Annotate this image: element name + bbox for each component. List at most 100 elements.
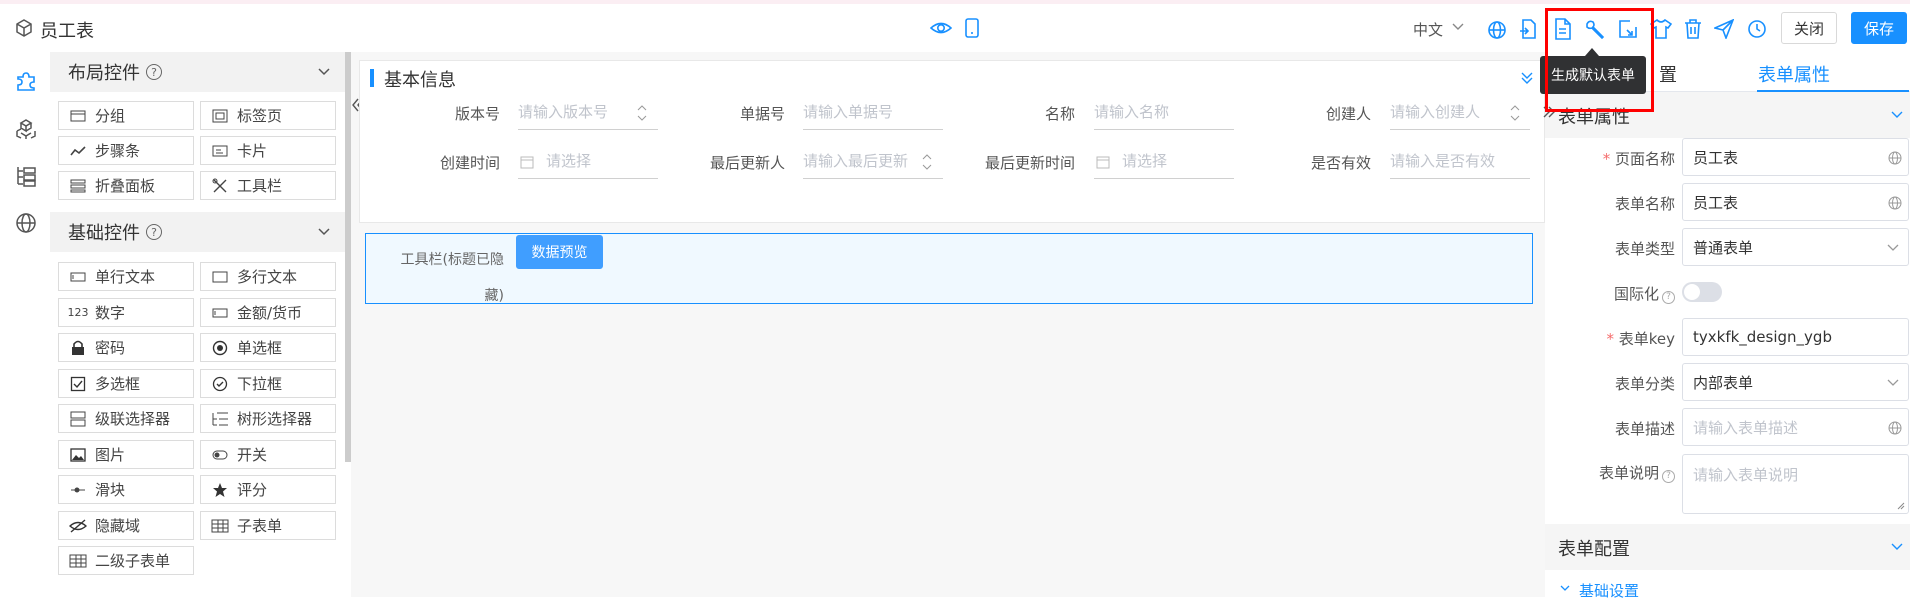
form-note-label: 表单说明?: [1545, 462, 1675, 483]
basic-section-header[interactable]: 基础控件 ?: [50, 212, 345, 252]
close-button[interactable]: 关闭: [1781, 12, 1837, 44]
palette-item-cascader[interactable]: 级联选择器: [58, 404, 194, 433]
palette-item-password[interactable]: 密码: [58, 333, 194, 362]
name-input[interactable]: 请输入名称: [1094, 94, 1234, 130]
page-name-input[interactable]: 员工表: [1682, 138, 1909, 176]
toolbar-block[interactable]: 工具栏(标题已隐 藏) 数据预览: [365, 233, 1533, 304]
stepper-icon[interactable]: [1509, 103, 1521, 123]
slider-icon: [69, 482, 87, 498]
group-icon: [69, 108, 87, 124]
chevron-down-icon: [1886, 243, 1900, 253]
form-category-select[interactable]: 内部表单: [1682, 363, 1909, 401]
check-circle-icon: [211, 376, 229, 392]
palette-item-steps[interactable]: 步骤条: [58, 136, 194, 165]
form-type-select[interactable]: 普通表单: [1682, 228, 1909, 266]
number-icon: 123: [67, 306, 89, 319]
tree-icon: [211, 411, 229, 427]
tree-list-icon[interactable]: [15, 165, 37, 187]
form-desc-label: 表单描述: [1614, 420, 1675, 438]
form-note-textarea[interactable]: 请输入表单说明: [1682, 454, 1909, 514]
form-category-label: 表单分类: [1614, 375, 1675, 393]
form-key-input[interactable]: tyxkfk_design_ygb: [1682, 318, 1909, 356]
page-title: 员工表: [40, 21, 94, 42]
form-name-input[interactable]: 员工表: [1682, 183, 1909, 221]
chevron-down-icon: [1886, 378, 1900, 388]
lock-icon: [69, 340, 87, 356]
palette-item-toolbar[interactable]: 工具栏: [200, 171, 336, 200]
data-preview-button[interactable]: 数据预览: [516, 235, 603, 269]
palette-item-number[interactable]: 123 数字: [58, 298, 194, 327]
globe-icon[interactable]: [1487, 20, 1507, 40]
palette-item-card[interactable]: 卡片: [200, 136, 336, 165]
chevron-down-icon: [1890, 110, 1904, 120]
globe-icon[interactable]: [1888, 196, 1902, 210]
palette-item-tabs[interactable]: 标签页: [200, 101, 336, 130]
help-icon: ?: [146, 224, 162, 240]
cubes-icon[interactable]: [15, 118, 37, 140]
star-icon: [211, 482, 229, 498]
resize-handle-icon[interactable]: [1897, 502, 1905, 510]
trash-icon[interactable]: [1684, 19, 1702, 39]
checkbox-icon: [69, 376, 87, 392]
double-chevron-down-icon[interactable]: [1520, 71, 1534, 85]
stepper-icon[interactable]: [636, 103, 648, 123]
import-icon[interactable]: [1519, 19, 1539, 39]
tab-form-properties[interactable]: 表单属性: [1758, 61, 1830, 87]
help-icon: ?: [1662, 290, 1675, 304]
textarea-icon: [211, 269, 229, 285]
field-label: 最后更新时间: [984, 154, 1075, 172]
form-desc-input[interactable]: 请输入表单描述: [1682, 408, 1909, 446]
valid-input[interactable]: 请输入是否有效: [1390, 143, 1530, 179]
preview-eye-icon[interactable]: [930, 19, 952, 37]
palette-item-switch[interactable]: 开关: [200, 440, 336, 469]
chevron-down-icon: [1451, 22, 1465, 32]
i18n-label: 国际化?: [1545, 283, 1675, 304]
palette-item-slider[interactable]: 滑块: [58, 475, 194, 504]
palette-item-radio[interactable]: 单选框: [200, 333, 336, 362]
palette-item-sub-subform[interactable]: 二级子表单: [58, 546, 194, 575]
palette-item-select[interactable]: 下拉框: [200, 369, 336, 398]
language-select[interactable]: 中文: [1413, 19, 1443, 40]
save-button[interactable]: 保存: [1851, 12, 1907, 44]
field-label: 是否有效: [1310, 154, 1371, 172]
docno-input[interactable]: 请输入单据号: [803, 94, 943, 130]
tools-icon: [211, 178, 229, 194]
field-label: 名称: [1044, 105, 1075, 123]
section-accent-bar: [370, 69, 374, 87]
tabs-icon: [211, 108, 229, 124]
palette-item-collapse[interactable]: 折叠面板: [58, 171, 194, 200]
palette-item-rate[interactable]: 评分: [200, 475, 336, 504]
mobile-icon[interactable]: [964, 18, 980, 38]
puzzle-icon[interactable]: [15, 70, 37, 92]
palette-item-text[interactable]: 单行文本: [58, 262, 194, 291]
globe-icon[interactable]: [1888, 421, 1902, 435]
palette-item-image[interactable]: 图片: [58, 440, 194, 469]
palette-item-hidden[interactable]: 隐藏域: [58, 511, 194, 540]
clock-icon[interactable]: [1747, 19, 1767, 39]
basic-info-card: 基本信息 版本号 请输入版本号 单据号 请输入单据号 名称 请输入名称 创建人 …: [359, 60, 1545, 223]
component-palette: 布局控件 ? 分组 标签页 步骤条 卡片 折叠面板 工具栏 基础控件 ? 单行文…: [50, 52, 345, 597]
i18n-toggle[interactable]: [1682, 282, 1722, 302]
globe-rail-icon[interactable]: [15, 212, 37, 234]
form-config-header[interactable]: 表单配置: [1545, 524, 1910, 570]
form-key-label: * 表单key: [1606, 330, 1675, 348]
field-label: 版本号: [454, 105, 500, 123]
chevron-down-icon: [1890, 542, 1904, 552]
currency-icon: [211, 305, 229, 321]
chevron-down-icon: [1559, 584, 1571, 594]
palette-item-subform[interactable]: 子表单: [200, 511, 336, 540]
palette-item-textarea[interactable]: 多行文本: [200, 262, 336, 291]
calendar-icon: [520, 155, 534, 169]
field-label: 创建时间: [439, 154, 500, 172]
palette-item-currency[interactable]: 金额/货币: [200, 298, 336, 327]
palette-item-group[interactable]: 分组: [58, 101, 194, 130]
globe-icon[interactable]: [1888, 151, 1902, 165]
chevron-down-icon: [317, 227, 331, 237]
palette-item-tree-select[interactable]: 树形选择器: [200, 404, 336, 433]
palette-item-checkbox[interactable]: 多选框: [58, 369, 194, 398]
send-icon[interactable]: [1714, 19, 1734, 39]
layout-section-header[interactable]: 布局控件 ?: [50, 52, 345, 92]
updated-time-picker[interactable]: 请选择: [1094, 143, 1234, 179]
input-icon: [69, 269, 87, 285]
tab-component[interactable]: 置: [1659, 61, 1677, 87]
